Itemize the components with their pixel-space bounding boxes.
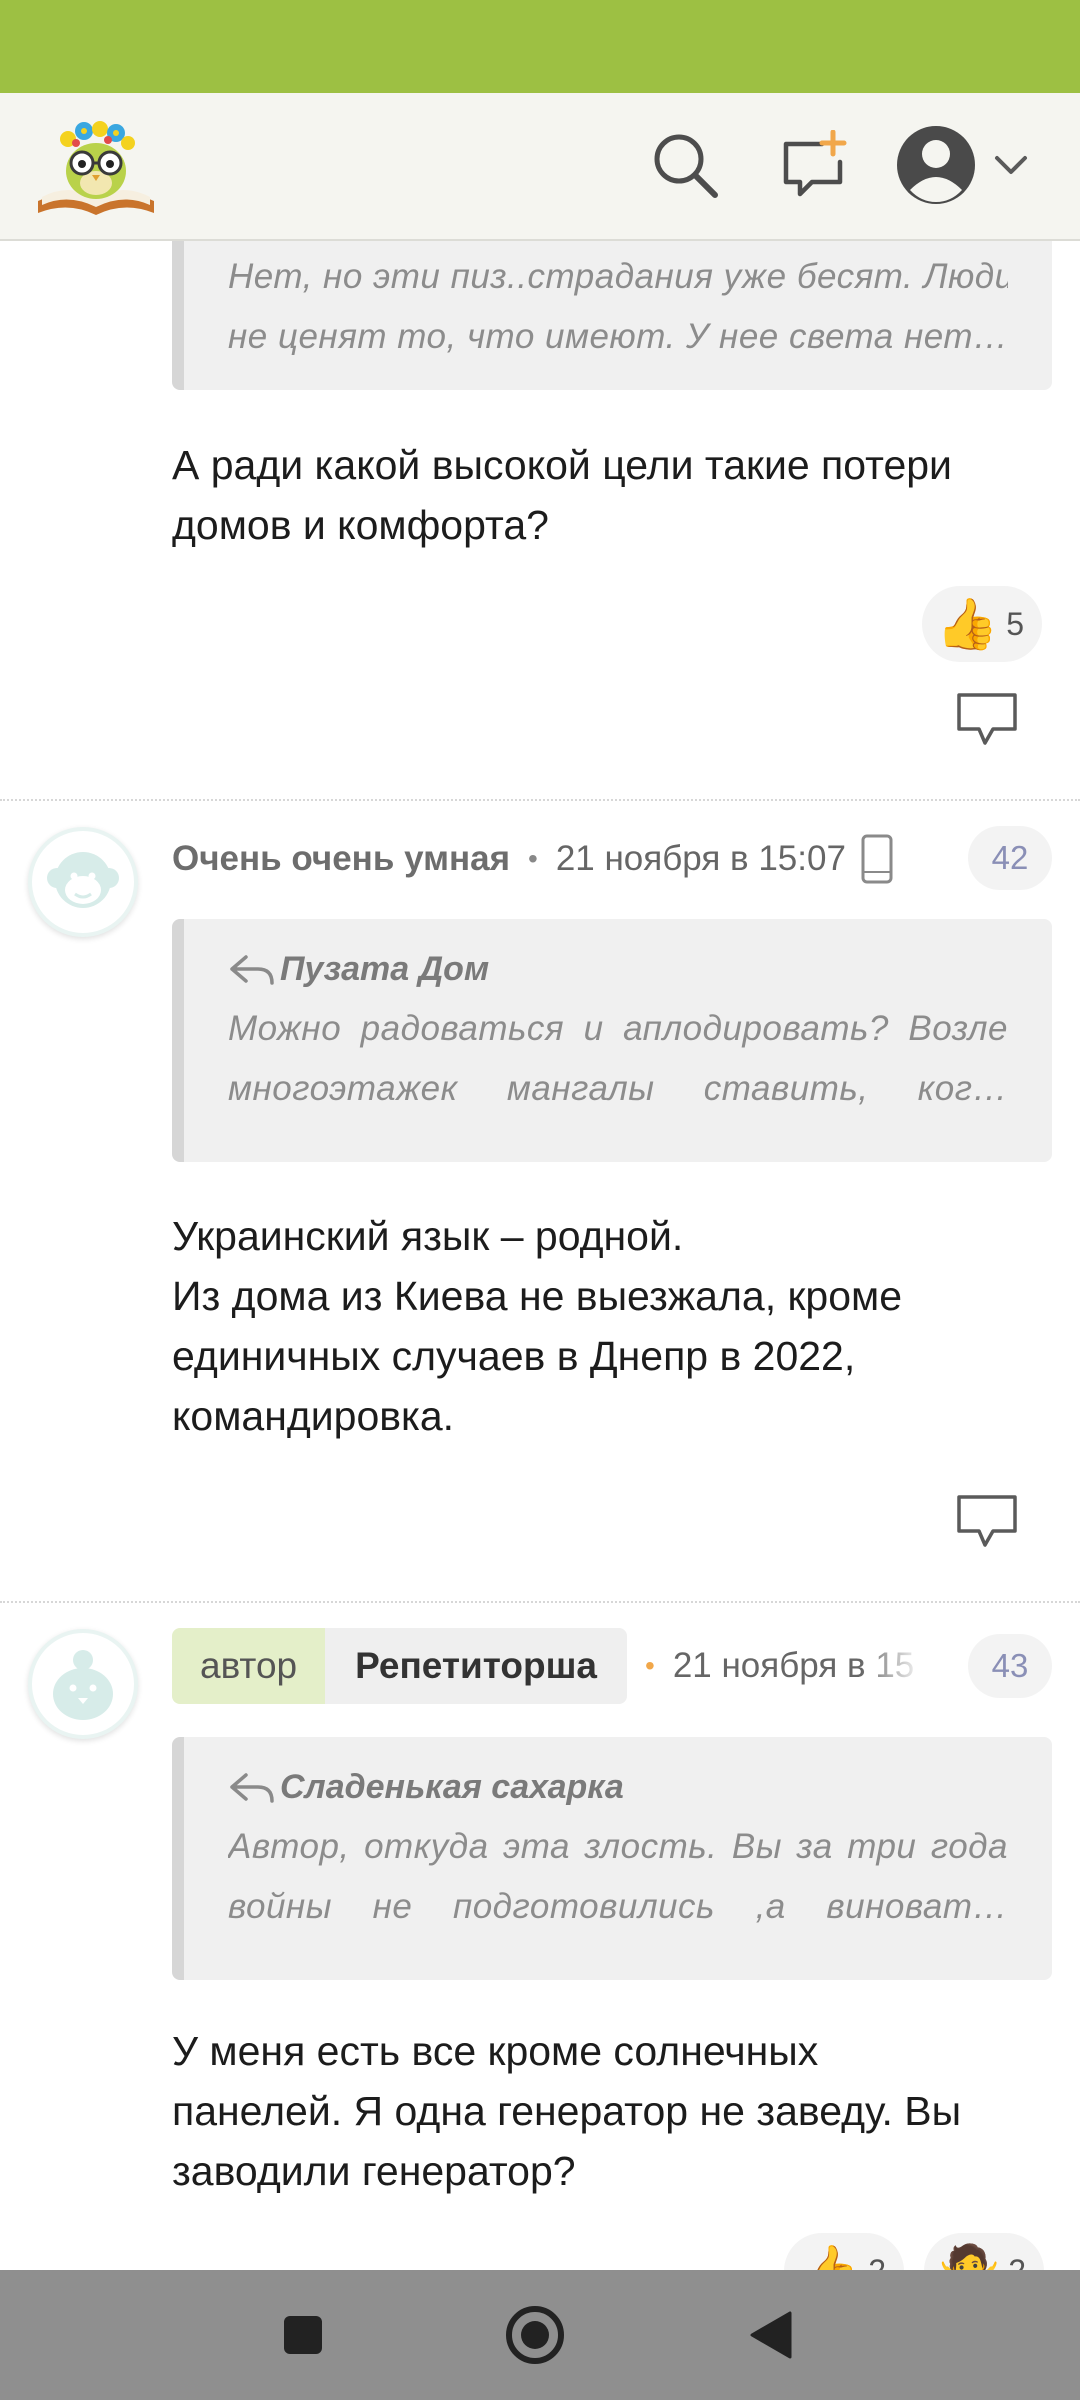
comment-time: 21 ноября в 15: [673, 1646, 923, 1686]
quote-text-line: не ценят то, что имеют. У нее света нет…: [228, 317, 1008, 356]
comment-text-line: А ради какой высокой цели такие потери: [172, 442, 952, 488]
thumbs-up-icon: 👍: [936, 596, 999, 652]
mobile-phone-icon: [861, 834, 893, 884]
comment-text-line: У меня есть все кроме солнечных: [172, 2028, 819, 2074]
comment-body: А ради какой высокой цели такие потери д…: [172, 435, 1052, 555]
quote-author: Сладенькая сахарка: [228, 1757, 1008, 1817]
search-button[interactable]: [640, 123, 730, 207]
new-post-button[interactable]: [770, 123, 860, 207]
comment-text-line: Из дома из Киева не выезжала, кроме: [172, 1273, 903, 1319]
owl-on-book-logo[interactable]: [34, 109, 158, 221]
system-navigation-bar: [0, 2270, 1080, 2400]
reply-icon[interactable]: [955, 689, 1019, 749]
reply-arrow-icon: [230, 1773, 274, 1803]
comment-divider: [0, 799, 1080, 801]
comment-author: Репетиторша: [325, 1628, 628, 1704]
recent-apps-button[interactable]: [268, 2300, 338, 2370]
comment-text-line: панелей. Я одна генератор не заведу. Вы: [172, 2088, 962, 2134]
recent-apps-icon: [284, 2316, 322, 2354]
quote-author: Пузата Дом: [228, 939, 1008, 999]
quoted-comment[interactable]: Сладенькая сахарка Автор, откуда эта зло…: [172, 1737, 1052, 1980]
chevron-down-icon: [995, 156, 1027, 174]
back-icon: [750, 2311, 792, 2359]
comment-number[interactable]: 43: [968, 1634, 1052, 1698]
comment-author[interactable]: Очень очень умная: [172, 839, 510, 879]
back-button[interactable]: [735, 2300, 805, 2370]
shrug-icon: 🤷: [938, 2246, 1000, 2270]
app-header: [0, 93, 1080, 241]
home-icon: [506, 2306, 564, 2364]
reply-icon[interactable]: [955, 1491, 1019, 1551]
comment-body: У меня есть все кроме солнечных панелей.…: [172, 2021, 1052, 2201]
reply-arrow-icon: [230, 955, 274, 985]
separator-dot: •: [645, 1650, 655, 1681]
comment-text-line: заводили генератор?: [172, 2148, 576, 2194]
search-icon: [654, 134, 718, 198]
avatar[interactable]: [28, 827, 138, 937]
shrug-reaction[interactable]: 🤷 2: [924, 2233, 1045, 2271]
quote-text-line: войны не подготовились ,а виноват…: [228, 1887, 1008, 1926]
comment-divider: [0, 1601, 1080, 1603]
comment-text-line: Украинский язык – родной.: [172, 1213, 684, 1259]
monkey-avatar-icon: [47, 852, 119, 908]
comments-feed: Нет, но эти пиз..страдания уже бесят. Лю…: [0, 241, 1080, 2270]
status-bar: [0, 0, 1080, 93]
quote-author-name: Сладенькая сахарка: [280, 1767, 624, 1806]
reaction-count: 5: [1006, 605, 1025, 642]
like-reaction[interactable]: 👍 5: [922, 586, 1043, 662]
thumbs-up-icon: 👍: [798, 2246, 860, 2270]
quoted-comment[interactable]: Нет, но эти пиз..страдания уже бесят. Лю…: [172, 241, 1052, 390]
separator-dot: •: [528, 843, 538, 874]
comment-meta: автор Репетиторша • 21 ноября в 15: [172, 1627, 923, 1705]
quote-text-line: Можно радоваться и аплодировать? Возле: [228, 1009, 1008, 1048]
chick-avatar-icon: [53, 1650, 113, 1720]
profile-avatar-icon: [897, 126, 975, 204]
new-post-icon: [783, 130, 847, 197]
author-tag: автор: [172, 1628, 326, 1704]
quote-text-line: многоэтажек мангалы ставить, ког…: [228, 1069, 1008, 1108]
author-chip[interactable]: автор Репетиторша: [172, 1628, 628, 1704]
reaction-count: 2: [868, 2253, 886, 2271]
comment-body: Украинский язык – родной. Из дома из Кие…: [172, 1206, 1052, 1446]
quote-text-line: Нет, но эти пиз..страдания уже бесят. Лю…: [228, 257, 1008, 296]
quote-text-line: Автор, откуда эта злость. Вы за три года: [228, 1827, 1008, 1866]
home-button[interactable]: [500, 2300, 570, 2370]
comment-time: 21 ноября в 15:07: [555, 839, 846, 878]
avatar[interactable]: [28, 1629, 138, 1739]
comment-meta: Очень очень умная • 21 ноября в 15:07: [172, 829, 894, 889]
like-reaction[interactable]: 👍 2: [784, 2233, 905, 2271]
quote-author-name: Пузата Дом: [280, 949, 490, 988]
comment-text-line: единичных случаев в Днепр в 2022,: [172, 1333, 856, 1379]
profile-menu-button[interactable]: [895, 123, 1045, 207]
comment-number[interactable]: 42: [968, 826, 1052, 890]
comment-text-line: домов и комфорта?: [172, 502, 549, 548]
reaction-count: 2: [1008, 2253, 1026, 2271]
comment-text-line: командировка.: [172, 1393, 455, 1439]
quoted-comment[interactable]: Пузата Дом Можно радоваться и аплодирова…: [172, 919, 1052, 1162]
